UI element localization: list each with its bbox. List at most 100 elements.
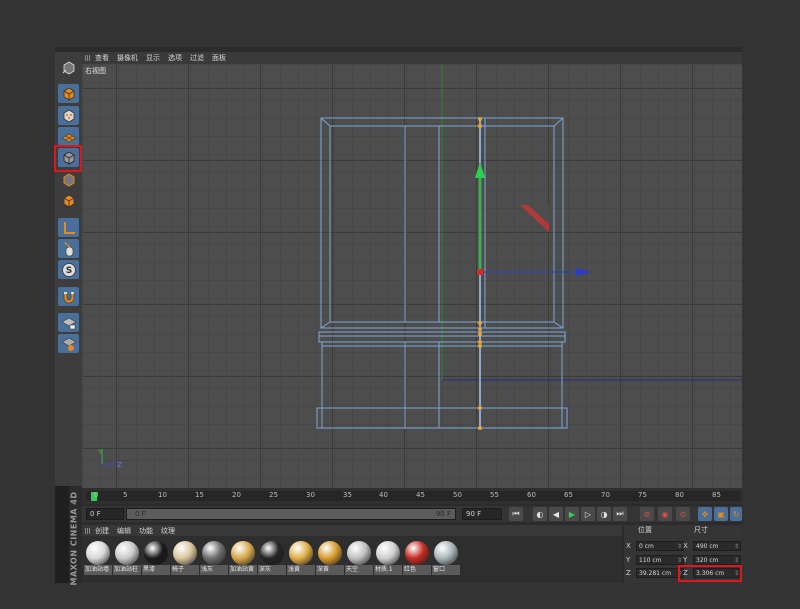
auto-key-button[interactable]: ◉ — [658, 507, 672, 521]
menu-function[interactable]: 功能 — [139, 526, 153, 536]
end-frame-field[interactable]: 90 F — [462, 508, 502, 520]
tick-85: 85 — [712, 491, 721, 499]
tick-45: 45 — [416, 491, 425, 499]
next-key-icon: ◑ — [600, 509, 608, 519]
menu-options[interactable]: 选项 — [168, 53, 182, 63]
material-swatch[interactable]: 材质.1 — [374, 540, 402, 576]
position-z-field[interactable]: 39.281 cm — [636, 568, 684, 578]
highlight-box-toolbar — [54, 145, 82, 172]
material-swatch[interactable]: 深灰 — [258, 540, 286, 576]
tick-20: 20 — [232, 491, 241, 499]
move-key-button[interactable]: ✥ — [698, 507, 712, 521]
rotate-key-button[interactable]: ↻ — [730, 507, 742, 521]
record-icon: ⊘ — [643, 509, 651, 519]
auto-key-icon: ◉ — [661, 509, 669, 519]
position-x-field[interactable]: 0 cm — [636, 541, 684, 551]
scale-icon: ▣ — [717, 509, 725, 519]
scale-key-button[interactable]: ▣ — [714, 507, 728, 521]
lock-workplane-icon — [60, 317, 77, 329]
material-swatch[interactable]: 加油站柱 — [113, 540, 141, 576]
play-icon: ▶ — [568, 509, 576, 519]
play-button[interactable]: ▶ — [565, 507, 579, 521]
next-key-button[interactable]: ◑ — [597, 507, 611, 521]
size-x-field[interactable]: 490 cm — [693, 541, 741, 551]
material-name: 深灰 — [258, 565, 286, 575]
menu-view[interactable]: 查看 — [95, 53, 109, 63]
go-to-start-button[interactable]: ⏮ — [509, 507, 523, 521]
model-mode-button[interactable] — [58, 57, 79, 76]
material-preview-icon — [115, 541, 139, 565]
tick-0: 0 — [94, 491, 99, 499]
tick-65: 65 — [564, 491, 573, 499]
menu-display[interactable]: 显示 — [146, 53, 160, 63]
menu-edit[interactable]: 编辑 — [117, 526, 131, 536]
frame-range-slider[interactable]: 0 F 90 F — [126, 508, 456, 520]
material-swatch[interactable]: 红色 — [403, 540, 431, 576]
range-end-label: 90 F — [435, 510, 451, 518]
move-icon: ✥ — [701, 509, 709, 519]
snap-button[interactable]: S — [58, 260, 79, 279]
material-manager: 创建 编辑 功能 纹理 加油站墙 加油站柱 黑漆 椅子 浅灰 加油站黄 深灰 浅黄 深黄 天空 材质… — [82, 525, 622, 583]
texture-mode-button[interactable] — [58, 106, 79, 125]
axis-label-y: Y — [97, 448, 103, 456]
timeline[interactable]: 0 5 10 15 20 25 30 35 40 45 50 55 60 65 … — [82, 488, 742, 504]
workplane-icon — [60, 133, 77, 142]
material-preview-icon — [173, 541, 197, 565]
lock-workplane-button[interactable] — [58, 313, 79, 332]
planar-workplane-button[interactable] — [58, 334, 79, 353]
record-button[interactable]: ⊘ — [640, 507, 654, 521]
axis-label-z: Z — [117, 461, 122, 469]
material-swatch[interactable]: 深黄 — [316, 540, 344, 576]
material-swatch[interactable]: 椅子 — [171, 540, 199, 576]
magnet-button[interactable] — [58, 287, 79, 306]
cube-orange-icon — [63, 87, 74, 100]
enable-axis-button[interactable] — [58, 218, 79, 237]
tick-25: 25 — [269, 491, 278, 499]
prev-key-button[interactable]: ◐ — [533, 507, 547, 521]
viewport-menu-bar: 查看 摄像机 显示 选项 过滤 面板 — [82, 52, 742, 64]
menu-texture[interactable]: 纹理 — [161, 526, 175, 536]
material-swatch[interactable]: 浅黄 — [287, 540, 315, 576]
tick-30: 30 — [306, 491, 315, 499]
material-menu-bar: 创建 编辑 功能 纹理 — [82, 525, 622, 536]
material-swatch[interactable]: 窗口 — [432, 540, 460, 576]
material-name: 深黄 — [316, 565, 344, 575]
go-to-end-button[interactable]: ⏭ — [613, 507, 627, 521]
next-frame-button[interactable]: ▷ — [581, 507, 595, 521]
gizmo-center — [477, 269, 483, 275]
range-start-label: 0 F — [135, 510, 146, 518]
svg-text:S: S — [65, 266, 71, 276]
go-to-end-icon: ⏭ — [616, 509, 624, 518]
menu-filter[interactable]: 过滤 — [190, 53, 204, 63]
workplane-button[interactable] — [58, 127, 79, 146]
prev-frame-button[interactable]: ◀ — [549, 507, 563, 521]
timeline-ruler[interactable]: 0 5 10 15 20 25 30 35 40 45 50 55 60 65 … — [86, 491, 740, 501]
axis-label: X — [683, 542, 688, 550]
position-y-field[interactable]: 110 cm — [636, 555, 684, 565]
menu-create[interactable]: 创建 — [95, 526, 109, 536]
grip-icon — [85, 527, 91, 534]
points-mode-top-button[interactable] — [58, 84, 79, 103]
material-swatch[interactable]: 加油站墙 — [84, 540, 112, 576]
tick-50: 50 — [453, 491, 462, 499]
current-frame-field[interactable]: 0 F — [86, 508, 124, 520]
keyframe-selection-button[interactable]: ⊙ — [676, 507, 690, 521]
axis-label: Y — [626, 556, 631, 564]
material-swatch[interactable]: 黑漆 — [142, 540, 170, 576]
menu-camera[interactable]: 摄像机 — [117, 53, 138, 63]
tick-40: 40 — [379, 491, 388, 499]
tick-60: 60 — [527, 491, 536, 499]
polygons-mode-button[interactable] — [58, 191, 79, 210]
material-preview-icon — [86, 541, 110, 565]
material-swatch[interactable]: 浅灰 — [200, 540, 228, 576]
edges-mode-button[interactable] — [58, 170, 79, 189]
menu-panel[interactable]: 面板 — [212, 53, 226, 63]
material-swatch[interactable]: 天空 — [345, 540, 373, 576]
right-view-viewport[interactable]: 右视图 Y Z — [82, 64, 742, 488]
tweak-button[interactable] — [58, 239, 79, 258]
prev-key-icon: ◐ — [536, 509, 544, 519]
material-name: 红色 — [403, 565, 431, 575]
size-y-field[interactable]: 320 cm — [693, 555, 741, 565]
material-swatch[interactable]: 加油站黄 — [229, 540, 257, 576]
material-preview-icon — [202, 541, 226, 565]
